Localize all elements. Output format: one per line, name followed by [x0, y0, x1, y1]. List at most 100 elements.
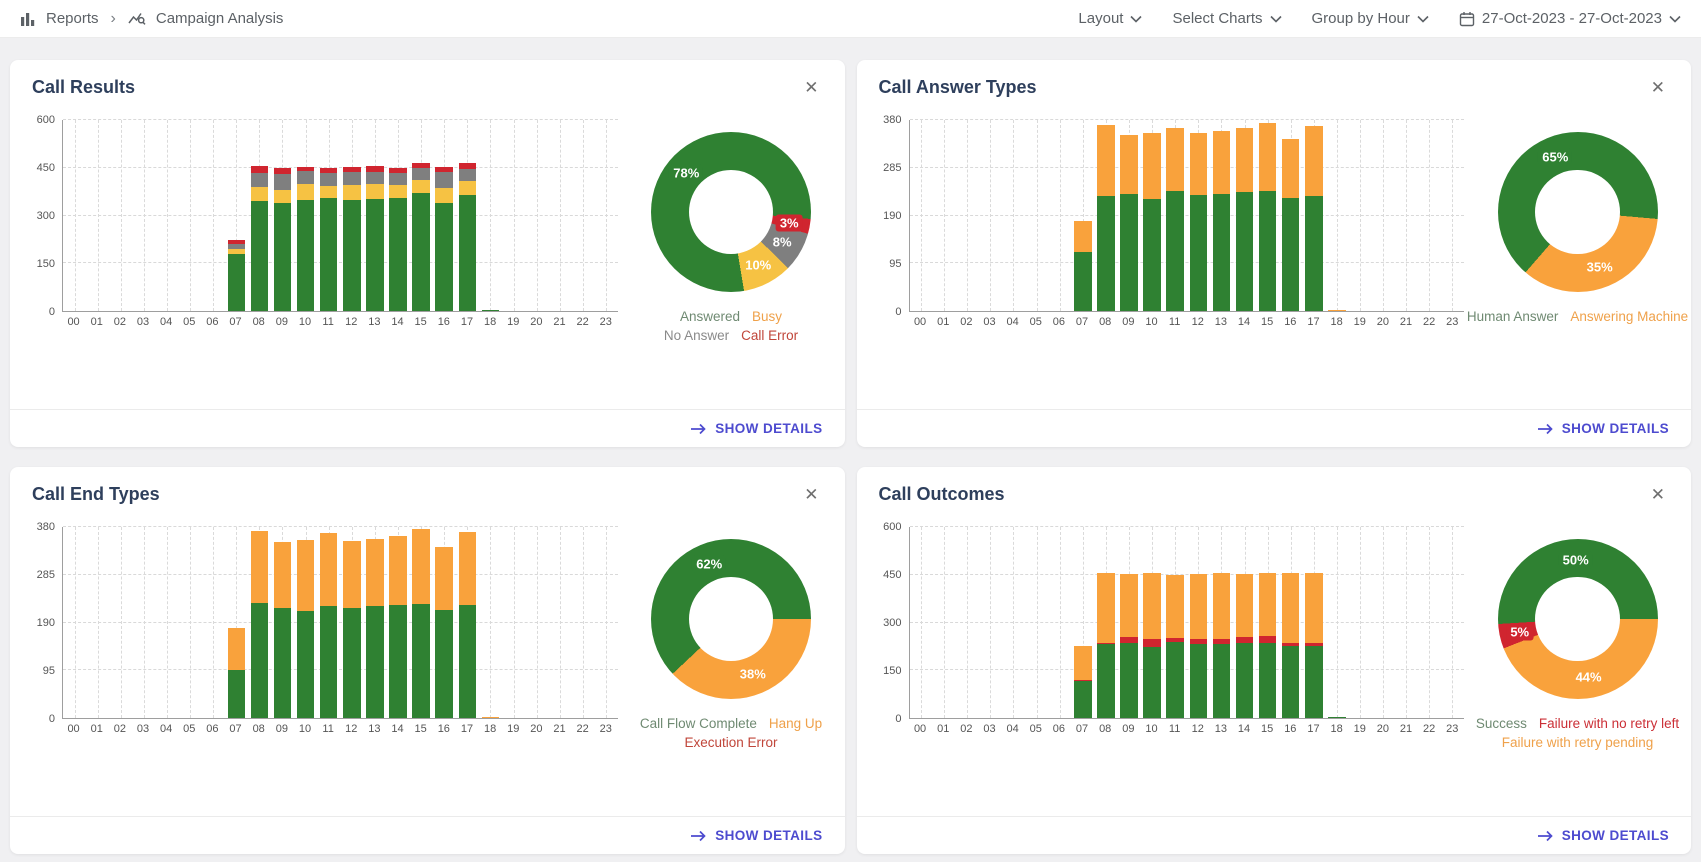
gridline [1429, 120, 1430, 311]
bar-segment [1282, 643, 1300, 647]
bar-segment [412, 163, 430, 168]
gridline [1452, 120, 1453, 311]
gridline [910, 669, 1465, 670]
show-details-label: SHOW DETAILS [715, 828, 822, 843]
legend-item[interactable]: Human Answer [1467, 309, 1559, 324]
show-details-link[interactable]: SHOW DETAILS [690, 421, 822, 436]
gridline [944, 120, 945, 311]
bar-segment [1143, 647, 1161, 718]
close-icon[interactable]: ✕ [1647, 77, 1669, 98]
legend-row: Success Failure with no retry left [1470, 714, 1685, 733]
show-details-link[interactable]: SHOW DETAILS [690, 828, 822, 843]
donut-percentage-label: 3% [776, 214, 803, 231]
bar-segment [1143, 573, 1161, 639]
breadcrumb-section[interactable]: Reports [46, 10, 99, 27]
y-axis: 095190285380 [873, 120, 909, 312]
y-axis-tick: 285 [883, 162, 901, 174]
gridline [990, 120, 991, 311]
show-details-link[interactable]: SHOW DETAILS [1537, 828, 1669, 843]
legend-item[interactable]: Call Error [741, 328, 798, 343]
gridline [63, 526, 618, 527]
x-axis-label: 20 [525, 316, 548, 328]
x-axis-label: 19 [1348, 316, 1371, 328]
close-icon[interactable]: ✕ [800, 484, 822, 505]
legend-item[interactable]: No Answer [664, 328, 729, 343]
legend-item[interactable]: Busy [752, 309, 782, 324]
card-title: Call Results [32, 77, 135, 98]
x-axis-label: 02 [955, 316, 978, 328]
y-axis-tick: 380 [37, 521, 55, 533]
arrow-right-icon [690, 830, 706, 842]
bar-segment [1190, 574, 1208, 639]
gridline [921, 527, 922, 718]
legend-item[interactable]: Success [1476, 716, 1527, 731]
bar-segment [297, 167, 315, 171]
card-call-results: Call Results ✕ 0150300450600 00010203040… [10, 60, 845, 447]
legend-row: Human Answer Answering Machine [1461, 307, 1694, 326]
bar-segment [1236, 643, 1254, 718]
bar-segment [435, 547, 453, 610]
donut-panel: 44%5%50% SuccessFailure with no retry le… [1470, 511, 1685, 816]
gridline [75, 120, 76, 311]
legend-item[interactable]: Answered [680, 309, 740, 324]
bar-segment [1213, 131, 1231, 194]
gridline [910, 574, 1465, 575]
x-axis-label: 23 [1441, 723, 1464, 735]
calendar-icon [1459, 11, 1475, 27]
bar-segment [1190, 195, 1208, 311]
gridline [537, 527, 538, 718]
show-details-link[interactable]: SHOW DETAILS [1537, 421, 1669, 436]
bar-segment [1259, 636, 1277, 642]
donut-chart: 38%62% [651, 539, 811, 699]
topbar-controls: Layout Select Charts Group by Hour 27- [1078, 10, 1681, 27]
legend-item[interactable]: Call Flow Complete [640, 716, 757, 731]
x-axis-label: 22 [571, 723, 594, 735]
card-call-end-types: Call End Types ✕ 095190285380 0001020304… [10, 467, 845, 854]
bar-segment [389, 168, 407, 173]
chart-legend: Success Failure with no retry left Failure… [1470, 714, 1685, 752]
bar-segment [1305, 646, 1323, 718]
bar-segment [412, 193, 430, 311]
gridline [121, 120, 122, 311]
x-axis-label: 01 [932, 316, 955, 328]
legend-item[interactable]: Hang Up [769, 716, 822, 731]
bar-segment [1236, 574, 1254, 637]
bar-segment [389, 173, 407, 185]
bar-segment [366, 184, 384, 198]
legend-item[interactable]: Failure with no retry left [1539, 716, 1679, 731]
card-call-answer-types: Call Answer Types ✕ 095190285380 0001020… [857, 60, 1692, 447]
bar-segment [435, 172, 453, 187]
x-axis-label: 07 [224, 316, 247, 328]
gridline [583, 527, 584, 718]
y-axis-tick: 0 [49, 306, 55, 318]
close-icon[interactable]: ✕ [1647, 484, 1669, 505]
date-range-picker[interactable]: 27-Oct-2023 - 27-Oct-2023 [1459, 10, 1681, 27]
select-charts-dropdown[interactable]: Select Charts [1172, 10, 1281, 27]
legend-item[interactable]: Execution Error [684, 735, 777, 750]
gridline [75, 527, 76, 718]
bar-segment [251, 173, 269, 187]
close-icon[interactable]: ✕ [800, 77, 822, 98]
y-axis: 095190285380 [26, 527, 62, 719]
donut-panel: 35%65% Human AnswerAnswering Machine [1470, 104, 1685, 409]
bar-segment [1259, 573, 1277, 636]
legend-item[interactable]: Answering Machine [1570, 309, 1688, 324]
gridline [967, 527, 968, 718]
gridline [98, 527, 99, 718]
donut-panel: 3%8%10%78% AnsweredBusyNo AnswerCall Err… [624, 104, 839, 409]
x-axis-label: 10 [1140, 316, 1163, 328]
dashboard-grid: Call Results ✕ 0150300450600 00010203040… [0, 38, 1701, 862]
x-axis-label: 17 [455, 316, 478, 328]
x-axis-label: 19 [502, 723, 525, 735]
bar-segment [1282, 573, 1300, 642]
x-axis-label: 11 [317, 723, 340, 735]
legend-item[interactable]: Failure with retry pending [1502, 735, 1654, 750]
x-axis-label: 09 [270, 723, 293, 735]
group-by-dropdown[interactable]: Group by Hour [1312, 10, 1429, 27]
gridline [944, 527, 945, 718]
layout-dropdown[interactable]: Layout [1078, 10, 1142, 27]
x-axis-label: 22 [1418, 723, 1441, 735]
bar-segment [228, 244, 246, 249]
bar-segment [1143, 199, 1161, 311]
bar-segment [1074, 221, 1092, 252]
